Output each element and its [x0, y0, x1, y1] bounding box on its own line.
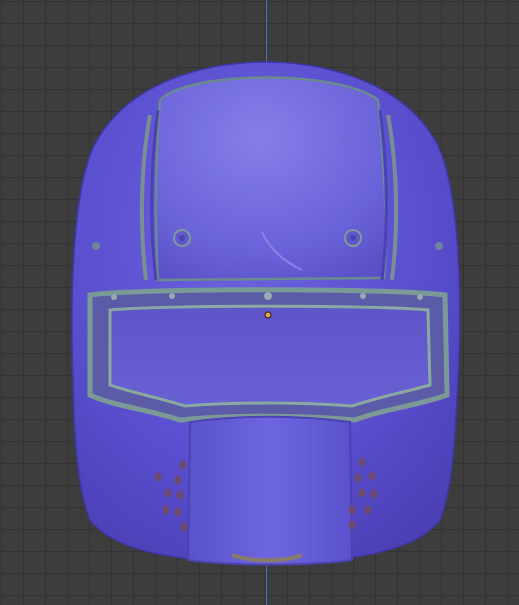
helmet-model[interactable]	[0, 0, 519, 605]
bolt-icon	[344, 229, 362, 247]
visor-glass	[108, 304, 432, 408]
rivet-icon	[169, 293, 175, 299]
bolt-icon	[92, 242, 100, 250]
rivet-icon	[111, 294, 117, 300]
rivet-icon	[360, 293, 366, 299]
bolt-icon	[435, 242, 443, 250]
helmet-crown-plate	[154, 76, 388, 282]
rivet-icon	[417, 294, 423, 300]
object-origin-icon[interactable]	[264, 311, 272, 319]
bolt-icon	[173, 229, 191, 247]
rivet-icon	[264, 292, 272, 300]
3d-viewport[interactable]	[0, 0, 519, 605]
chin-guard	[186, 415, 354, 566]
